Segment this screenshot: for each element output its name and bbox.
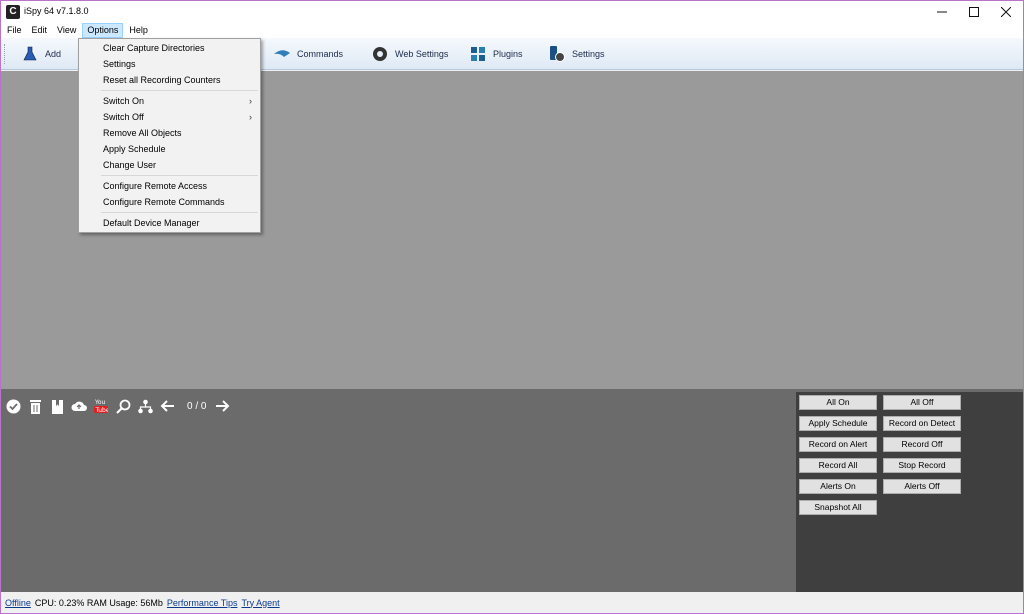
menu-edit[interactable]: Edit	[28, 23, 52, 38]
menu-clear-capture-directories[interactable]: Clear Capture Directories	[79, 40, 260, 56]
toolbar-grip[interactable]	[4, 44, 7, 64]
menu-switch-off-label: Switch Off	[103, 112, 144, 122]
add-button[interactable]: Add	[21, 43, 61, 65]
record-on-detect-button[interactable]: Record on Detect	[883, 416, 961, 431]
menu-separator	[101, 175, 258, 176]
snapshot-all-button[interactable]: Snapshot All	[799, 500, 877, 515]
maximize-button[interactable]	[957, 1, 991, 23]
svg-text:You: You	[94, 399, 106, 406]
menu-switch-on-label: Switch On	[103, 96, 145, 106]
menu-default-device-manager[interactable]: Default Device Manager	[79, 215, 260, 231]
media-panel: YouTube 0 / 0	[1, 392, 796, 592]
plugins-button[interactable]: Plugins	[469, 43, 523, 65]
cloud-upload-icon[interactable]	[71, 398, 87, 414]
menu-switch-on[interactable]: Switch On ›	[79, 93, 260, 109]
select-all-icon[interactable]	[5, 398, 21, 414]
window-title: iSpy 64 v7.1.8.0	[24, 6, 89, 16]
search-icon[interactable]	[115, 398, 131, 414]
youtube-icon[interactable]: YouTube	[93, 398, 109, 414]
apply-schedule-button[interactable]: Apply Schedule	[799, 416, 877, 431]
media-toolbar: YouTube 0 / 0	[5, 396, 230, 416]
try-agent-link[interactable]: Try Agent	[241, 598, 279, 608]
plugins-label: Plugins	[493, 49, 523, 59]
record-off-button[interactable]: Record Off	[883, 437, 961, 452]
menu-help[interactable]: Help	[125, 23, 152, 38]
close-button[interactable]	[989, 1, 1023, 23]
app-logo-icon: C	[6, 5, 20, 19]
commands-label: Commands	[297, 49, 344, 59]
chevron-right-icon: ›	[249, 96, 252, 106]
status-bar: Offline CPU: 0.23% RAM Usage: 56Mb Perfo…	[1, 592, 1023, 613]
web-settings-icon	[371, 45, 389, 63]
menu-configure-remote-commands[interactable]: Configure Remote Commands	[79, 194, 260, 210]
alerts-on-button[interactable]: Alerts On	[799, 479, 877, 494]
chevron-right-icon: ›	[249, 112, 252, 122]
arrow-left-icon[interactable]	[159, 398, 175, 414]
options-dropdown-menu: Clear Capture Directories Settings Reset…	[78, 38, 261, 233]
arrow-right-icon[interactable]	[214, 398, 230, 414]
menu-bar: File Edit View Options Help	[1, 23, 1023, 38]
web-settings-label: Web Settings	[395, 49, 449, 59]
web-settings-button[interactable]: Web Settings	[371, 43, 448, 65]
settings-label: Settings	[572, 49, 605, 59]
minimize-button[interactable]	[925, 1, 959, 23]
menu-reset-recording-counters[interactable]: Reset all Recording Counters	[79, 72, 260, 88]
page-counter: 0 / 0	[187, 400, 207, 412]
menu-change-user[interactable]: Change User	[79, 157, 260, 173]
menu-view[interactable]: View	[53, 23, 80, 38]
title-bar: C iSpy 64 v7.1.8.0	[1, 1, 1023, 23]
menu-settings[interactable]: Settings	[79, 56, 260, 72]
menu-separator	[101, 90, 258, 91]
record-all-button[interactable]: Record All	[799, 458, 877, 473]
record-on-alert-button[interactable]: Record on Alert	[799, 437, 877, 452]
minimize-icon	[937, 11, 947, 13]
menu-separator	[101, 212, 258, 213]
add-label: Add	[45, 49, 62, 59]
menu-apply-schedule[interactable]: Apply Schedule	[79, 141, 260, 157]
alerts-off-button[interactable]: Alerts Off	[883, 479, 961, 494]
menu-file[interactable]: File	[3, 23, 26, 38]
settings-button[interactable]: Settings	[548, 43, 605, 65]
commands-icon	[273, 45, 291, 63]
app-window: C iSpy 64 v7.1.8.0 File Edit View Option…	[0, 0, 1024, 614]
network-icon[interactable]	[137, 398, 153, 414]
resource-stats: CPU: 0.23% RAM Usage: 56Mb	[34, 597, 163, 608]
archive-icon[interactable]	[49, 398, 65, 414]
menu-remove-all-objects[interactable]: Remove All Objects	[79, 125, 260, 141]
close-icon	[1001, 7, 1011, 17]
commands-button[interactable]: Commands	[273, 43, 343, 65]
plugins-icon	[469, 45, 487, 63]
settings-icon	[548, 45, 566, 63]
all-off-button[interactable]: All Off	[883, 395, 961, 410]
delete-icon[interactable]	[27, 398, 43, 414]
all-on-button[interactable]: All On	[799, 395, 877, 410]
menu-switch-off[interactable]: Switch Off ›	[79, 109, 260, 125]
performance-tips-link[interactable]: Performance Tips	[167, 598, 238, 608]
menu-configure-remote-access[interactable]: Configure Remote Access	[79, 178, 260, 194]
stop-record-button[interactable]: Stop Record	[883, 458, 961, 473]
menu-options[interactable]: Options	[82, 23, 124, 38]
controls-panel: All On All Off Apply Schedule Record on …	[796, 392, 1023, 592]
flask-icon	[21, 45, 39, 63]
maximize-icon	[969, 7, 979, 17]
offline-link[interactable]: Offline	[5, 598, 31, 608]
svg-text:Tube: Tube	[95, 407, 109, 414]
